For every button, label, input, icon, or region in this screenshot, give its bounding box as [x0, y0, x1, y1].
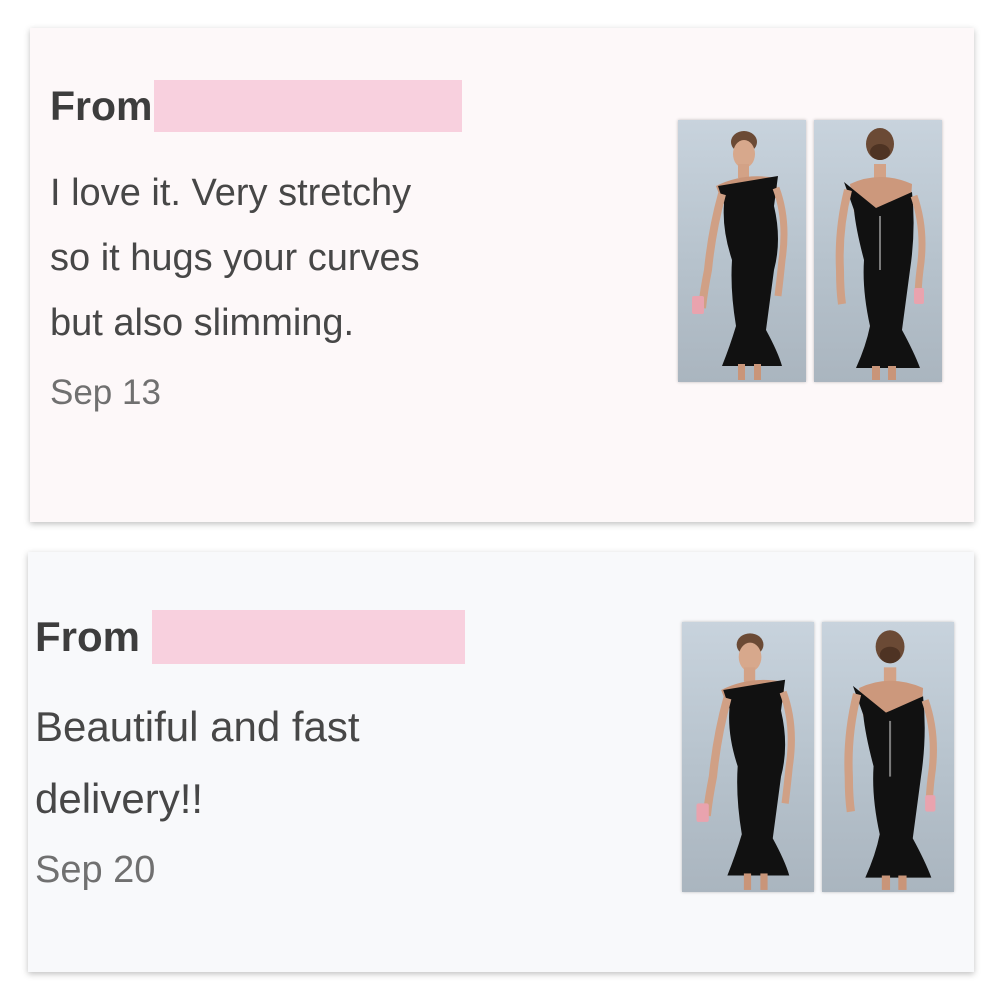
review-text: Beautiful and fast delivery!! — [35, 703, 360, 822]
dress-back-photo[interactable] — [822, 622, 954, 892]
from-label: From — [35, 613, 140, 660]
redacted-name — [152, 610, 465, 664]
dress-front-photo[interactable] — [678, 120, 806, 382]
from-label: From — [50, 82, 153, 129]
review-text: I love it. Very stretchy so it hugs your… — [50, 172, 420, 344]
dress-front-photo[interactable] — [682, 622, 814, 892]
review-author: From — [35, 610, 465, 664]
review-card: From Beautiful and fast delivery!! Sep 2… — [28, 552, 974, 972]
redacted-name — [153, 80, 462, 132]
review-author: From — [50, 80, 462, 132]
review-card: From I love it. Very stretchy so it hugs… — [30, 28, 974, 522]
review-date: Sep 13 — [50, 373, 161, 412]
review-date: Sep 20 — [35, 849, 156, 891]
dress-back-photo[interactable] — [814, 120, 942, 382]
